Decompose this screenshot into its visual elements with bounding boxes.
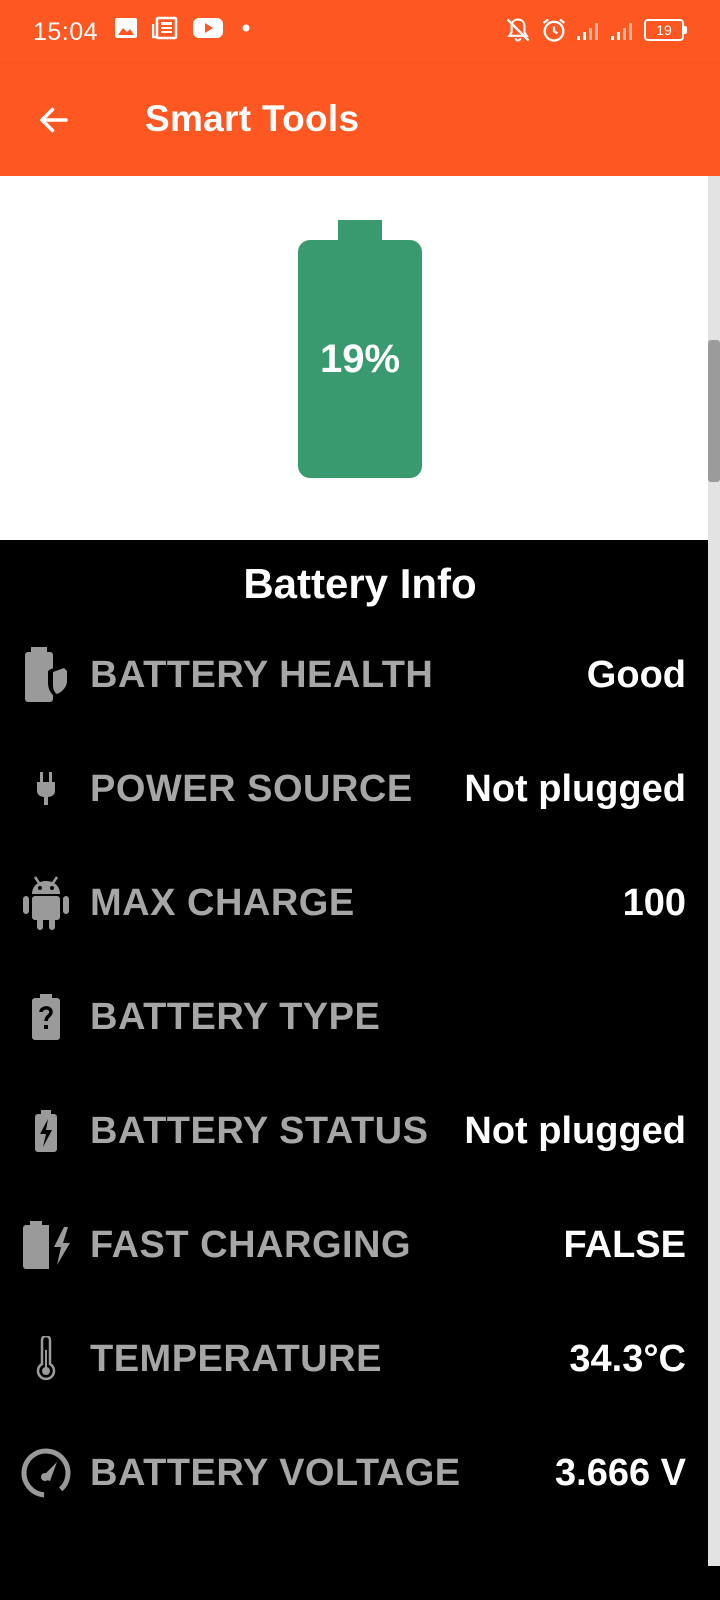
status-battery-icon: 19 — [644, 19, 687, 41]
info-row-fast-charging: FAST CHARGING FALSE — [0, 1205, 708, 1285]
battery-body: 19% — [298, 240, 422, 478]
battery-percent-label: 19% — [319, 336, 401, 381]
info-value: FALSE — [563, 1224, 686, 1266]
info-value: 3.666 V — [555, 1452, 686, 1494]
fast-charging-icon — [16, 1215, 76, 1275]
info-label: MAX CHARGE — [90, 882, 355, 924]
battery-shield-icon — [16, 645, 76, 705]
info-label: TEMPERATURE — [90, 1338, 382, 1380]
scrollbar-thumb[interactable] — [708, 340, 720, 482]
app-title: Smart Tools — [145, 98, 360, 139]
info-value: Not plugged — [464, 768, 686, 810]
info-value: Good — [586, 654, 686, 696]
info-row-battery-type: BATTERY TYPE — [0, 977, 708, 1057]
arrow-back-icon — [40, 107, 68, 133]
battery-charging-icon — [16, 1101, 76, 1161]
status-bar: 15:04 19 — [0, 0, 720, 64]
info-value: Not plugged — [464, 1110, 686, 1152]
youtube-icon — [193, 18, 223, 38]
info-label: BATTERY STATUS — [90, 1110, 429, 1152]
gallery-icon — [115, 18, 137, 38]
info-row-battery-status: BATTERY STATUS Not plugged — [0, 1091, 708, 1171]
alarm-icon — [542, 18, 566, 42]
status-time: 15:04 — [33, 18, 99, 46]
notifications-off-icon — [506, 18, 530, 42]
info-row-battery-health: BATTERY HEALTH Good — [0, 635, 708, 715]
news-icon — [152, 16, 178, 40]
info-row-temperature: TEMPERATURE 34.3°C — [0, 1319, 708, 1399]
battery-info-panel: Battery Info BATTERY HEALTH Good POWER S… — [0, 540, 708, 1600]
info-row-max-charge: MAX CHARGE 100 — [0, 863, 708, 943]
speedometer-icon — [16, 1443, 76, 1503]
signal-1-icon — [577, 23, 598, 40]
system-icons: 19 — [504, 16, 687, 44]
power-plug-icon — [16, 759, 76, 819]
back-button[interactable] — [26, 92, 82, 148]
battery-level-graphic: 19% — [298, 220, 422, 478]
info-label: BATTERY VOLTAGE — [90, 1452, 461, 1494]
battery-info-heading: Battery Info — [243, 560, 477, 607]
thermometer-icon — [16, 1329, 76, 1389]
info-row-battery-voltage: BATTERY VOLTAGE 3.666 V — [0, 1433, 708, 1513]
info-label: BATTERY HEALTH — [90, 654, 434, 696]
dot-icon — [242, 24, 250, 32]
notification-icons — [114, 16, 254, 40]
battery-cap — [338, 220, 382, 242]
info-label: BATTERY TYPE — [90, 996, 381, 1038]
battery-unknown-icon — [16, 987, 76, 1047]
battery-level-panel: 19% — [0, 176, 708, 540]
app-bar: Smart Tools — [0, 64, 720, 176]
android-icon — [16, 873, 76, 933]
info-label: FAST CHARGING — [90, 1224, 412, 1266]
info-value: 100 — [622, 882, 686, 924]
signal-2-icon — [611, 23, 632, 40]
info-value: 34.3°C — [569, 1338, 686, 1380]
info-row-power-source: POWER SOURCE Not plugged — [0, 749, 708, 829]
info-label: POWER SOURCE — [90, 768, 413, 810]
